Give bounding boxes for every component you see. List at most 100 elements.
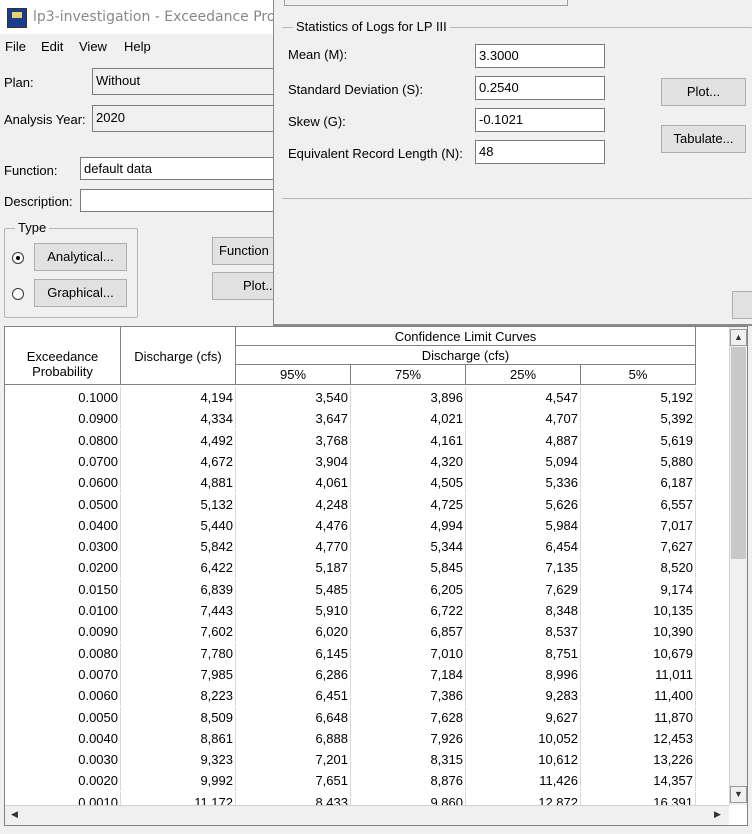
exceedance-cell[interactable]: 0.0050 (5, 706, 121, 728)
table-row[interactable]: 0.1000 4,194 3,540 3,896 4,547 5,192 (5, 387, 696, 408)
discharge-cell[interactable]: 6,839 (121, 578, 236, 600)
discharge-cell[interactable]: 4,194 (121, 387, 236, 408)
p5-cell[interactable]: 13,226 (581, 749, 696, 771)
p5-cell[interactable]: 6,557 (581, 493, 696, 515)
p25-cell[interactable]: 12,872 (466, 791, 581, 805)
exceedance-cell[interactable]: 0.0090 (5, 621, 121, 643)
p95-cell[interactable]: 7,651 (236, 770, 351, 792)
p25-cell[interactable]: 8,996 (466, 663, 581, 685)
discharge-cell[interactable]: 6,422 (121, 557, 236, 579)
p25-cell[interactable]: 6,454 (466, 536, 581, 558)
p5-cell[interactable]: 7,017 (581, 514, 696, 536)
p5-cell[interactable]: 7,627 (581, 536, 696, 558)
discharge-cell[interactable]: 8,509 (121, 706, 236, 728)
p5-cell[interactable]: 10,679 (581, 642, 696, 664)
table-row[interactable]: 0.0030 9,323 7,201 8,315 10,612 13,226 (5, 749, 696, 771)
p75-cell[interactable]: 4,320 (351, 450, 466, 472)
p25-cell[interactable]: 5,984 (466, 514, 581, 536)
p5-cell[interactable]: 6,187 (581, 472, 696, 494)
p75-cell[interactable]: 4,725 (351, 493, 466, 515)
dialog-partial-button[interactable] (732, 291, 752, 319)
p5-cell[interactable]: 5,392 (581, 408, 696, 430)
p95-cell[interactable]: 3,540 (236, 387, 351, 408)
table-row[interactable]: 0.0050 8,509 6,648 7,628 9,627 11,870 (5, 706, 696, 728)
p95-cell[interactable]: 6,451 (236, 685, 351, 707)
p95-cell[interactable]: 6,888 (236, 727, 351, 749)
p95-cell[interactable]: 4,770 (236, 536, 351, 558)
p75-cell[interactable]: 4,161 (351, 429, 466, 451)
p95-cell[interactable]: 3,904 (236, 450, 351, 472)
discharge-cell[interactable]: 7,443 (121, 600, 236, 621)
menu-help[interactable]: Help (124, 39, 151, 54)
p25-cell[interactable]: 11,426 (466, 770, 581, 792)
discharge-cell[interactable]: 5,842 (121, 536, 236, 558)
exceedance-cell[interactable]: 0.0100 (5, 600, 121, 621)
exceedance-cell[interactable]: 0.0300 (5, 536, 121, 558)
p75-cell[interactable]: 7,628 (351, 706, 466, 728)
p95-cell[interactable]: 4,061 (236, 472, 351, 494)
header-5[interactable]: 5% (581, 365, 696, 385)
p25-cell[interactable]: 5,626 (466, 493, 581, 515)
exceedance-cell[interactable]: 0.1000 (5, 387, 121, 408)
analysis-year-field[interactable]: 2020 (92, 105, 282, 132)
p75-cell[interactable]: 7,386 (351, 685, 466, 707)
exceedance-cell[interactable]: 0.0060 (5, 685, 121, 707)
table-row[interactable]: 0.0600 4,881 4,061 4,505 5,336 6,187 (5, 472, 696, 494)
p95-cell[interactable]: 8,433 (236, 791, 351, 805)
scroll-right-icon[interactable]: ▶ (709, 807, 726, 824)
p5-cell[interactable]: 10,390 (581, 621, 696, 643)
scroll-thumb[interactable] (731, 347, 746, 559)
discharge-cell[interactable]: 4,492 (121, 429, 236, 451)
p75-cell[interactable]: 6,722 (351, 600, 466, 621)
p75-cell[interactable]: 3,896 (351, 387, 466, 408)
table-row[interactable]: 0.0090 7,602 6,020 6,857 8,537 10,390 (5, 621, 696, 643)
menu-view[interactable]: View (79, 39, 107, 54)
table-row[interactable]: 0.0060 8,223 6,451 7,386 9,283 11,400 (5, 685, 696, 707)
table-row[interactable]: 0.0200 6,422 5,187 5,845 7,135 8,520 (5, 557, 696, 579)
discharge-cell[interactable]: 4,672 (121, 450, 236, 472)
p95-cell[interactable]: 4,248 (236, 493, 351, 515)
p75-cell[interactable]: 8,315 (351, 749, 466, 771)
p5-cell[interactable]: 5,880 (581, 450, 696, 472)
analytical-radio[interactable] (12, 252, 24, 264)
p75-cell[interactable]: 4,021 (351, 408, 466, 430)
stats-plot-button[interactable]: Plot... (661, 78, 746, 106)
table-row[interactable]: 0.0020 9,992 7,651 8,876 11,426 14,357 (5, 770, 696, 792)
std-input[interactable]: 0.2540 (475, 76, 605, 100)
exceedance-cell[interactable]: 0.0150 (5, 578, 121, 600)
exceedance-cell[interactable]: 0.0030 (5, 749, 121, 771)
horizontal-scrollbar[interactable]: ◀ ▶ (5, 805, 729, 825)
p25-cell[interactable]: 7,135 (466, 557, 581, 579)
p75-cell[interactable]: 9,860 (351, 791, 466, 805)
vertical-scrollbar[interactable]: ▲ ▼ (729, 327, 747, 805)
description-input[interactable] (80, 189, 280, 212)
p75-cell[interactable]: 8,876 (351, 770, 466, 792)
table-row[interactable]: 0.0800 4,492 3,768 4,161 4,887 5,619 (5, 429, 696, 451)
mean-input[interactable]: 3.3000 (475, 44, 605, 68)
skew-input[interactable]: -0.1021 (475, 108, 605, 132)
p25-cell[interactable]: 9,283 (466, 685, 581, 707)
p75-cell[interactable]: 6,857 (351, 621, 466, 643)
p25-cell[interactable]: 5,336 (466, 472, 581, 494)
exceedance-cell[interactable]: 0.0800 (5, 429, 121, 451)
exceedance-cell[interactable]: 0.0700 (5, 450, 121, 472)
p75-cell[interactable]: 5,344 (351, 536, 466, 558)
p5-cell[interactable]: 11,870 (581, 706, 696, 728)
header-75[interactable]: 75% (351, 365, 466, 385)
p75-cell[interactable]: 7,010 (351, 642, 466, 664)
table-row[interactable]: 0.0010 11,172 8,433 9,860 12,872 16,391 (5, 791, 696, 805)
p25-cell[interactable]: 4,707 (466, 408, 581, 430)
p5-cell[interactable]: 5,192 (581, 387, 696, 408)
p5-cell[interactable]: 16,391 (581, 791, 696, 805)
p95-cell[interactable]: 5,187 (236, 557, 351, 579)
p25-cell[interactable]: 10,612 (466, 749, 581, 771)
p25-cell[interactable]: 10,052 (466, 727, 581, 749)
p25-cell[interactable]: 8,751 (466, 642, 581, 664)
discharge-cell[interactable]: 9,992 (121, 770, 236, 792)
table-row[interactable]: 0.0040 8,861 6,888 7,926 10,052 12,453 (5, 727, 696, 749)
p5-cell[interactable]: 12,453 (581, 727, 696, 749)
plan-field[interactable]: Without (92, 68, 282, 95)
exceedance-cell[interactable]: 0.0900 (5, 408, 121, 430)
p95-cell[interactable]: 6,145 (236, 642, 351, 664)
erl-input[interactable]: 48 (475, 140, 605, 164)
